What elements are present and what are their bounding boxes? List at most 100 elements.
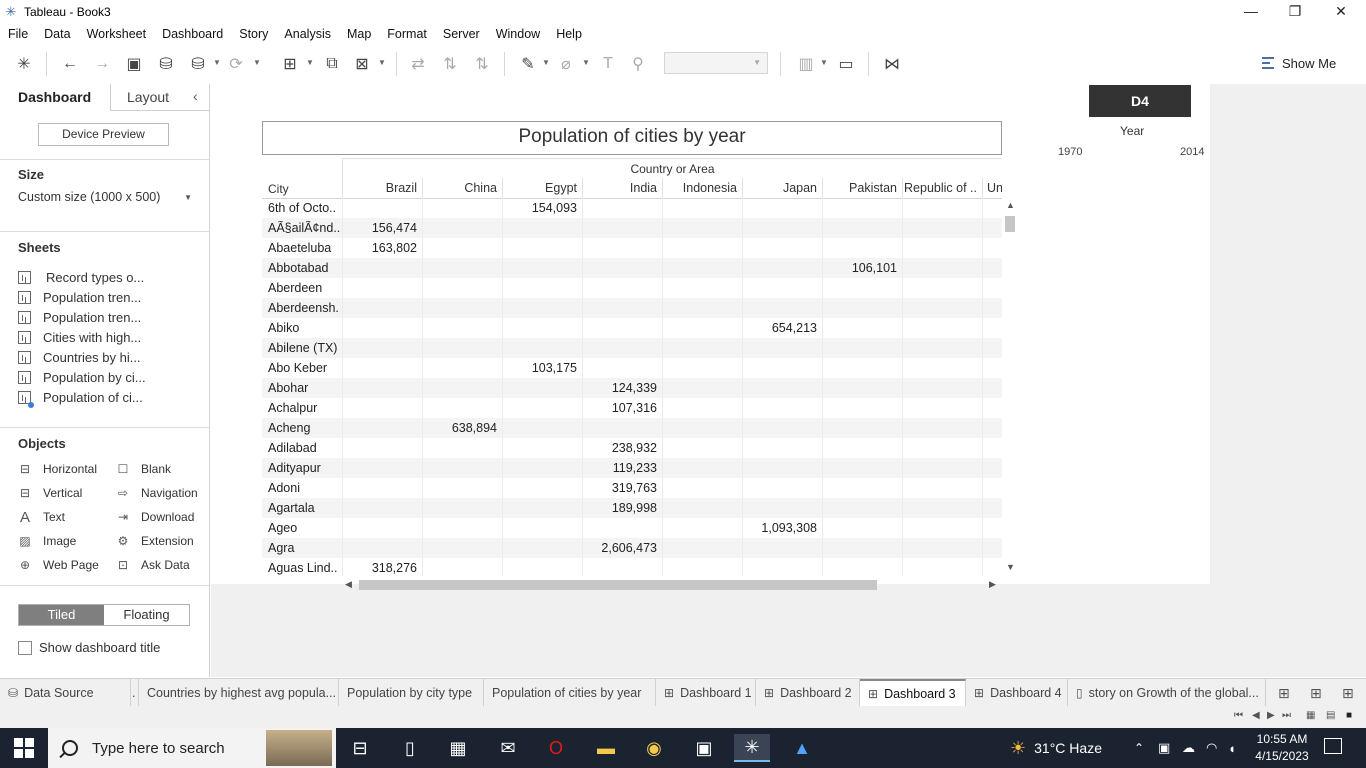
- scroll-right-icon[interactable]: ▶: [989, 579, 996, 590]
- city-name[interactable]: Adoni: [268, 481, 340, 495]
- save-icon[interactable]: ▣: [122, 52, 146, 76]
- object-vertical[interactable]: ⊟ Vertical: [18, 485, 82, 501]
- tab-unnamed[interactable]: .: [131, 679, 139, 707]
- close-button[interactable]: ✕: [1318, 0, 1364, 24]
- table-row[interactable]: Acheng 638,894: [262, 418, 1002, 438]
- table-cell[interactable]: 2,606,473: [582, 541, 662, 555]
- scrollbar-thumb[interactable]: [359, 580, 877, 590]
- table-cell[interactable]: 319,763: [582, 481, 662, 495]
- object-horizontal[interactable]: ⊟ Horizontal: [18, 461, 97, 477]
- city-name[interactable]: Agartala: [268, 501, 340, 515]
- sheet-item[interactable]: Record types o...: [18, 268, 144, 286]
- new-dashboard-icon[interactable]: ⊞: [1310, 685, 1322, 702]
- menu-format[interactable]: Format: [379, 27, 435, 41]
- tab-layout[interactable]: Layout: [127, 89, 169, 105]
- menu-help[interactable]: Help: [548, 27, 590, 41]
- tiled-button[interactable]: Tiled: [19, 605, 104, 625]
- prev-sheet-icon[interactable]: ◀: [1252, 710, 1260, 721]
- menu-window[interactable]: Window: [488, 27, 548, 41]
- city-name[interactable]: AÃ§ailÃ¢nd..: [268, 221, 340, 235]
- tableau-home-icon[interactable]: ✳: [12, 52, 36, 76]
- object-blank[interactable]: ☐ Blank: [116, 461, 171, 477]
- city-name[interactable]: Agra: [268, 541, 340, 555]
- city-name[interactable]: Aberdeensh..: [268, 301, 340, 315]
- chevron-down-icon[interactable]: ▼: [213, 58, 221, 67]
- table-cell[interactable]: 154,093: [502, 201, 582, 215]
- onedrive-icon[interactable]: ☁: [1182, 728, 1195, 768]
- restore-button[interactable]: ❐: [1272, 0, 1318, 24]
- table-row[interactable]: Ageo 1,093,308: [262, 518, 1002, 538]
- crosstab[interactable]: Country or Area City Brazil China Egypt Ind…: [262, 158, 1002, 576]
- duplicate-sheet-icon[interactable]: ⧉: [320, 52, 344, 76]
- object-text[interactable]: A Text: [18, 509, 65, 526]
- city-name[interactable]: Abiko: [268, 321, 340, 335]
- scrollbar-thumb[interactable]: [1005, 216, 1015, 232]
- sheet-item[interactable]: Population tren...: [18, 288, 141, 306]
- tab-sheet[interactable]: Countries by highest avg popula...: [139, 679, 339, 707]
- city-name[interactable]: 6th of Octo..: [268, 201, 340, 215]
- tab-dashboard-3[interactable]: ⊞ Dashboard 3: [860, 679, 966, 707]
- device-preview-button[interactable]: Device Preview: [38, 123, 169, 146]
- column-header[interactable]: Republic of ..: [902, 178, 982, 198]
- highlight-icon[interactable]: ✎: [516, 52, 540, 76]
- table-cell[interactable]: 124,339: [582, 381, 662, 395]
- tab-dashboard[interactable]: Dashboard: [18, 89, 91, 105]
- table-cell[interactable]: 318,276: [342, 561, 422, 575]
- remote-desktop-icon[interactable]: ▣: [686, 734, 722, 762]
- city-name[interactable]: Abohar: [268, 381, 340, 395]
- city-name[interactable]: Adilabad: [268, 441, 340, 455]
- presentation-mode-icon[interactable]: ▭: [834, 52, 858, 76]
- minimize-button[interactable]: —: [1228, 0, 1274, 24]
- wifi-icon[interactable]: ◠: [1206, 728, 1217, 768]
- share-icon[interactable]: ⋈: [880, 52, 904, 76]
- object-navigation[interactable]: ⇨ Navigation: [116, 485, 198, 501]
- show-me-button[interactable]: Show Me: [1262, 53, 1336, 73]
- new-story-icon[interactable]: ⊞: [1342, 685, 1354, 702]
- new-worksheet-icon[interactable]: ⊞: [278, 52, 302, 76]
- table-row[interactable]: Abiko 654,213: [262, 318, 1002, 338]
- column-header[interactable]: China: [422, 178, 502, 198]
- chevron-down-icon[interactable]: ▼: [306, 58, 314, 67]
- photos-icon[interactable]: ▲: [784, 734, 820, 762]
- menu-server[interactable]: Server: [435, 27, 488, 41]
- city-name[interactable]: Adityapur: [268, 461, 340, 475]
- microsoft-store-icon[interactable]: ▦: [440, 734, 476, 762]
- table-row[interactable]: Abohar 124,339: [262, 378, 1002, 398]
- tab-dashboard-1[interactable]: ⊞ Dashboard 1: [656, 679, 756, 707]
- table-row[interactable]: Aberdeen: [262, 278, 1002, 298]
- sheet-item[interactable]: Population tren...: [18, 308, 141, 326]
- collapse-panel-icon[interactable]: ‹: [193, 88, 198, 104]
- city-name[interactable]: Achalpur: [268, 401, 340, 415]
- table-row[interactable]: Abo Keber 103,175: [262, 358, 1002, 378]
- table-row[interactable]: 6th of Octo.. 154,093: [262, 198, 1002, 218]
- volume-icon[interactable]: ◖: [1228, 728, 1236, 768]
- table-row[interactable]: AÃ§ailÃ¢nd.. 156,474: [262, 218, 1002, 238]
- table-cell[interactable]: 163,802: [342, 241, 422, 255]
- table-cell[interactable]: 119,233: [582, 461, 662, 475]
- city-name[interactable]: Acheng: [268, 421, 340, 435]
- show-hidden-icons[interactable]: ⌃: [1134, 728, 1144, 768]
- swap-rows-columns-icon[interactable]: ⇄: [406, 52, 430, 76]
- tableau-taskbar-icon[interactable]: ✳: [734, 734, 770, 762]
- meet-now-icon[interactable]: ▣: [1158, 728, 1170, 768]
- table-cell[interactable]: 107,316: [582, 401, 662, 415]
- chevron-down-icon[interactable]: ▼: [582, 58, 590, 67]
- notification-center-icon[interactable]: [1324, 738, 1342, 754]
- sheet-item[interactable]: Population of ci...: [18, 388, 143, 408]
- column-header[interactable]: Pakistan: [822, 178, 902, 198]
- floating-button[interactable]: Floating: [104, 605, 189, 625]
- scroll-left-icon[interactable]: ◀: [345, 579, 352, 590]
- sheet-item[interactable]: Countries by hi...: [18, 348, 141, 366]
- object-web-page[interactable]: ⊕ Web Page: [18, 557, 99, 573]
- tab-data-source[interactable]: ⛁ Data Source: [0, 679, 131, 707]
- menu-map[interactable]: Map: [339, 27, 379, 41]
- show-cards-icon[interactable]: ▥: [794, 52, 818, 76]
- menu-analysis[interactable]: Analysis: [276, 27, 339, 41]
- show-dashboard-title-checkbox[interactable]: Show dashboard title: [18, 640, 160, 655]
- city-name[interactable]: Abaeteluba: [268, 241, 340, 255]
- tab-sheet[interactable]: Population by city type: [339, 679, 484, 707]
- city-name[interactable]: Abbotabad: [268, 261, 340, 275]
- mail-icon[interactable]: ✉: [490, 734, 526, 762]
- weather-widget[interactable]: ☀ 31°C Haze: [1010, 728, 1102, 768]
- table-row[interactable]: Adilabad 238,932: [262, 438, 1002, 458]
